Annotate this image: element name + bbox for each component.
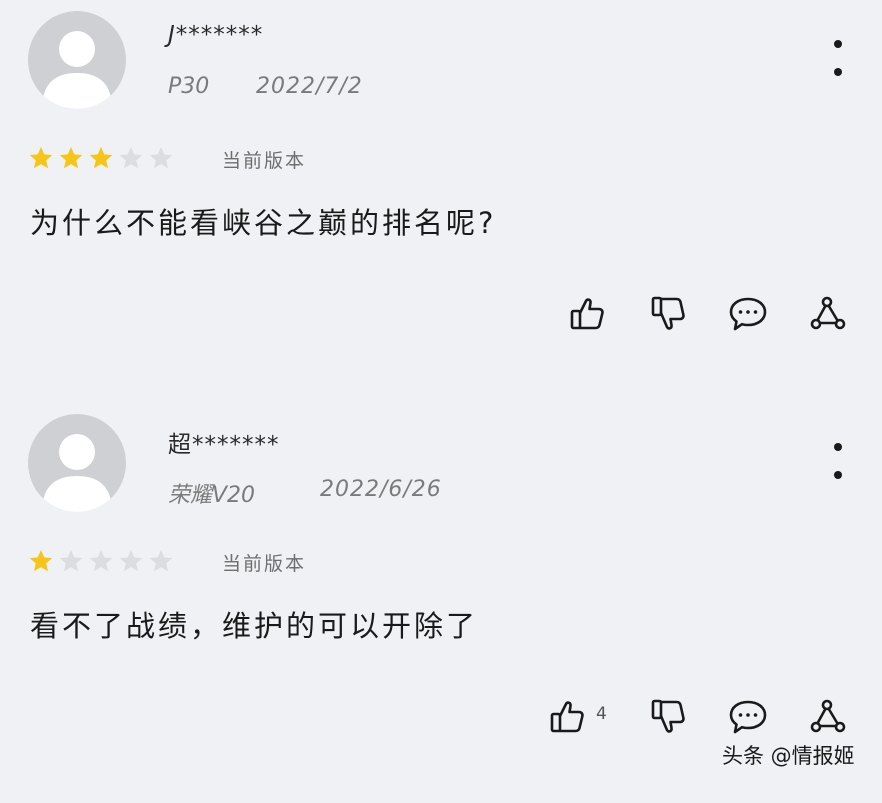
thumbs-up-icon[interactable]	[548, 697, 588, 737]
thumbs-up-icon[interactable]	[568, 294, 608, 334]
review-text: 看不了战绩，维护的可以开除了	[30, 609, 479, 643]
star-empty-icon	[118, 548, 144, 574]
star-filled-icon	[88, 145, 114, 171]
more-vertical-icon[interactable]	[826, 441, 850, 485]
username: J*******	[168, 22, 264, 48]
review-text: 为什么不能看峡谷之巅的排名呢?	[30, 206, 497, 240]
device-name: P30	[168, 74, 210, 99]
review-date: 2022/7/2	[256, 74, 363, 99]
share-icon[interactable]	[808, 697, 848, 737]
star-empty-icon	[88, 548, 114, 574]
version-label: 当前版本	[222, 553, 307, 575]
star-empty-icon	[118, 145, 144, 171]
share-icon[interactable]	[808, 294, 848, 334]
review-actions	[0, 294, 882, 334]
star-filled-icon	[58, 145, 84, 171]
review-actions: 4	[0, 697, 882, 737]
star-empty-icon	[148, 145, 174, 171]
thumbs-down-icon[interactable]	[649, 697, 689, 737]
star-filled-icon	[28, 548, 54, 574]
star-empty-icon	[58, 548, 84, 574]
like-count: 4	[596, 704, 607, 724]
username: 超*******	[168, 432, 280, 458]
user-avatar-icon[interactable]	[28, 414, 126, 512]
watermark: 头条 @情报姬	[722, 744, 855, 768]
star-filled-icon	[28, 145, 54, 171]
star-empty-icon	[148, 548, 174, 574]
comment-bubble-icon[interactable]	[728, 294, 768, 334]
review-date: 2022/6/26	[320, 477, 442, 502]
more-vertical-icon[interactable]	[826, 38, 850, 82]
comment-bubble-icon[interactable]	[728, 697, 768, 737]
version-label: 当前版本	[222, 150, 307, 172]
user-avatar-icon[interactable]	[28, 11, 126, 109]
review-card: J******* P30 2022/7/2 当前版本 为什么不能看峡谷之巅的排名…	[0, 0, 882, 400]
device-name: 荣耀V20	[168, 483, 256, 508]
thumbs-down-icon[interactable]	[649, 294, 689, 334]
